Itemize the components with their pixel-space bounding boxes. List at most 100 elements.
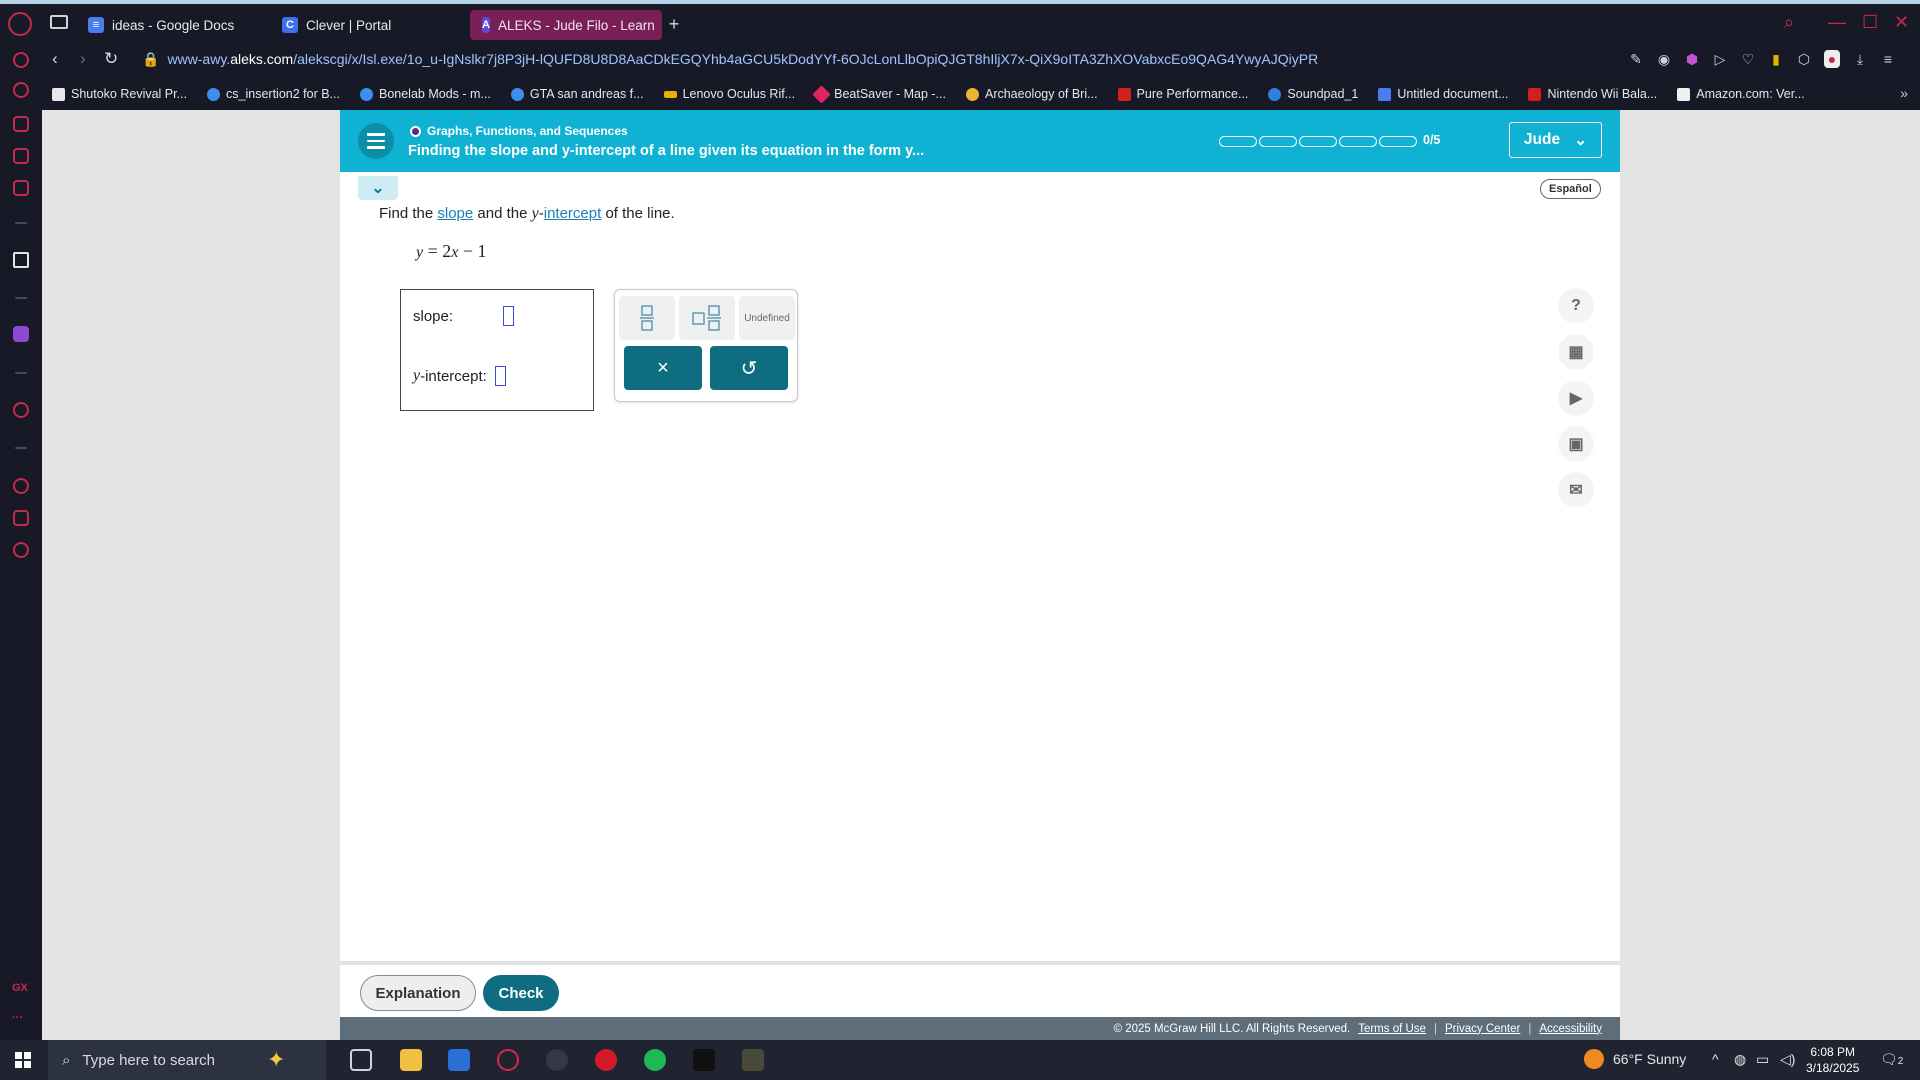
gear-icon <box>207 87 221 101</box>
spotify-icon[interactable] <box>644 1049 666 1071</box>
mixed-number-icon <box>692 305 721 331</box>
slope-link[interactable]: slope <box>437 205 473 222</box>
bookmark-item[interactable]: GTA san andreas f... <box>501 87 654 101</box>
bookmark-item[interactable]: Untitled document... <box>1368 87 1518 101</box>
app-icon[interactable] <box>546 1049 568 1071</box>
gx-corner-icon[interactable] <box>13 148 29 164</box>
gx-control-icon[interactable] <box>13 116 29 132</box>
bookmark-item[interactable]: cs_insertion2 for B... <box>197 87 350 101</box>
game-icon[interactable] <box>742 1049 764 1071</box>
weather-icon[interactable] <box>1584 1049 1604 1069</box>
bookmark-item[interactable]: Soundpad_1 <box>1258 87 1368 101</box>
close-icon[interactable]: ✕ <box>1894 12 1909 33</box>
undefined-button[interactable]: Undefined <box>739 296 795 340</box>
user-menu-button[interactable]: Jude ⌄ <box>1509 122 1602 158</box>
mail-icon[interactable]: ✉ <box>1558 472 1594 508</box>
help-icon[interactable]: ? <box>1558 288 1594 324</box>
fraction-button[interactable] <box>619 296 675 340</box>
espanol-button[interactable]: Español <box>1540 179 1601 199</box>
bookmark-item[interactable]: Amazon.com: Ver... <box>1667 87 1814 101</box>
heart-icon[interactable]: ♡ <box>1740 50 1756 68</box>
accessibility-link[interactable]: Accessibility <box>1539 1023 1602 1035</box>
cube-icon[interactable]: ⬡ <box>1796 50 1812 68</box>
y-intercept-input[interactable] <box>494 366 506 386</box>
bookmark-item[interactable]: Bonelab Mods - m... <box>350 87 501 101</box>
store-icon[interactable] <box>448 1049 470 1071</box>
speed-dial-icon[interactable] <box>13 82 29 98</box>
ebook-icon[interactable]: ▣ <box>1558 426 1594 462</box>
bookmarks-overflow-icon[interactable]: » <box>1900 85 1908 101</box>
twitch-icon[interactable] <box>13 326 29 342</box>
forward-icon[interactable]: › <box>80 49 86 69</box>
bookmark-item[interactable]: Lenovo Oculus Rif... <box>654 87 806 101</box>
settings-icon[interactable] <box>13 542 29 558</box>
collapse-header-button[interactable]: ⌄ <box>358 176 398 200</box>
notifications-icon[interactable]: 🗨2 <box>1880 1051 1903 1068</box>
menu-icon[interactable]: ≡ <box>1880 50 1896 68</box>
tab-aleks[interactable]: A ALEKS - Jude Filo - Learn <box>470 10 662 40</box>
terms-link[interactable]: Terms of Use <box>1358 1023 1426 1035</box>
windows-start-icon[interactable] <box>15 1052 31 1068</box>
bookmark-item[interactable]: Shutoko Revival Pr... <box>42 87 197 101</box>
back-icon[interactable]: ‹ <box>52 49 58 69</box>
task-view-icon[interactable] <box>350 1049 372 1071</box>
mixed-number-button[interactable] <box>679 296 735 340</box>
intercept-link[interactable]: intercept <box>544 205 602 222</box>
taskbar-clock[interactable]: 6:08 PM 3/18/2025 <box>1806 1044 1859 1076</box>
tab-clever-portal[interactable]: C Clever | Portal <box>270 10 403 40</box>
vpn-icon[interactable]: ⬢ <box>1684 50 1700 68</box>
clear-icon: × <box>657 356 669 379</box>
maximize-icon[interactable]: ☐ <box>1862 12 1878 33</box>
minimize-icon[interactable]: — <box>1828 12 1846 33</box>
sync-icon[interactable] <box>13 52 29 68</box>
extensions-icon[interactable] <box>13 510 29 526</box>
tray-overflow-icon[interactable]: ^ <box>1712 1051 1719 1067</box>
bookmark-item[interactable]: Pure Performance... <box>1108 87 1259 101</box>
meet-icon[interactable]: ◍ <box>1734 1051 1746 1068</box>
sparkle-icon: ✦ <box>266 1047 286 1072</box>
media-player-icon[interactable] <box>595 1049 617 1071</box>
camera-icon[interactable]: ◉ <box>1656 50 1672 68</box>
legal-bar: © 2025 McGraw Hill LLC. All Rights Reser… <box>340 1017 1620 1040</box>
more-icon[interactable]: ··· <box>12 1012 23 1024</box>
tab-gallery-icon[interactable] <box>50 15 68 29</box>
send-icon[interactable]: ▷ <box>1712 50 1728 68</box>
slope-input[interactable] <box>503 306 515 326</box>
calculator-icon[interactable]: ▦ <box>1558 334 1594 370</box>
equation: y = 2x − 1 <box>416 241 487 261</box>
call-of-duty-icon[interactable] <box>693 1049 715 1071</box>
bookmark-item[interactable]: BeatSaver - Map -... <box>805 84 956 104</box>
opera-gx-logo-icon[interactable] <box>8 12 32 36</box>
search-tabs-icon[interactable]: ⌕ <box>1784 12 1794 33</box>
tab-label: ideas - Google Docs <box>112 17 235 33</box>
reload-icon[interactable]: ↻ <box>104 49 118 69</box>
hamburger-menu-button[interactable] <box>358 123 394 159</box>
nintendo-icon <box>1528 87 1542 101</box>
aria-icon[interactable] <box>13 252 29 268</box>
explanation-button[interactable]: Explanation <box>360 975 476 1011</box>
clear-button[interactable]: × <box>624 346 702 390</box>
tab-google-docs[interactable]: ≡ ideas - Google Docs <box>76 10 246 40</box>
volume-icon[interactable]: ◁) <box>1780 1051 1795 1068</box>
new-tab-icon[interactable]: + <box>664 14 684 34</box>
math-keypad: Undefined × ↺ <box>614 289 798 402</box>
taskbar-search[interactable]: ⌕ Type here to search ✦ <box>48 1040 326 1080</box>
url-field[interactable]: 🔒 www-awy.aleks.com/alekscgi/x/Isl.exe/1o… <box>142 51 1582 68</box>
check-button[interactable]: Check <box>483 975 559 1011</box>
weather-text[interactable]: 66°F Sunny <box>1613 1051 1686 1067</box>
messenger-icon[interactable] <box>13 180 29 196</box>
file-explorer-icon[interactable] <box>400 1049 422 1071</box>
player-icon[interactable] <box>13 402 29 418</box>
edit-icon[interactable]: ✎ <box>1628 50 1644 68</box>
privacy-link[interactable]: Privacy Center <box>1445 1023 1520 1035</box>
undo-button[interactable]: ↺ <box>710 346 788 390</box>
history-icon[interactable] <box>13 478 29 494</box>
download-icon[interactable]: ⤓ <box>1852 50 1868 68</box>
extension-icon[interactable]: ▮ <box>1768 50 1784 68</box>
opera-gx-taskbar-icon[interactable] <box>497 1049 519 1071</box>
bookmark-item[interactable]: Archaeology of Bri... <box>956 87 1108 101</box>
bookmark-item[interactable]: Nintendo Wii Bala... <box>1518 87 1667 101</box>
network-icon[interactable]: ▭ <box>1756 1051 1769 1068</box>
video-icon[interactable]: ▶ <box>1558 380 1594 416</box>
profile-icon[interactable]: ● <box>1824 50 1840 68</box>
